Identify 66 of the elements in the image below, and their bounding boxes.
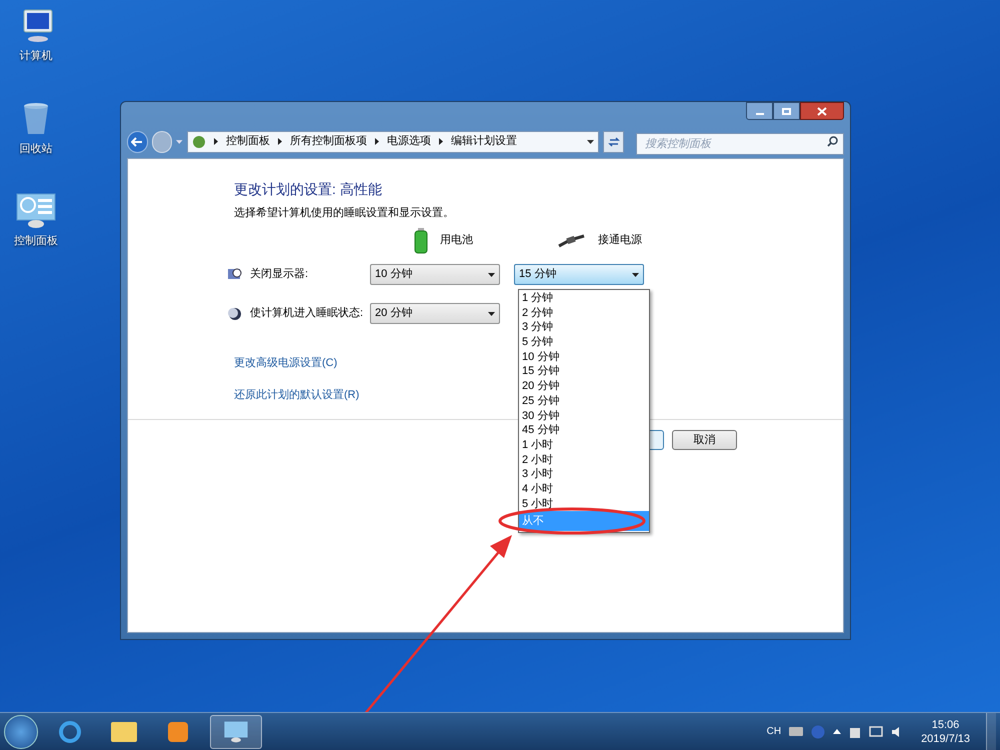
dropdown-option[interactable]: 20 分钟 <box>519 379 649 394</box>
refresh-button[interactable] <box>603 130 624 152</box>
desktop-icon-label[interactable]: 回收站 <box>20 140 52 157</box>
page-title: 更改计划的设置: 高性能 <box>234 180 383 199</box>
close-icon <box>817 106 827 116</box>
dropdown-select[interactable]: 15 分钟 <box>514 264 644 285</box>
breadcrumb-item[interactable]: 电源选项 <box>386 133 431 150</box>
dropdown-caret-icon <box>488 312 495 316</box>
chevron-right-icon <box>214 138 218 145</box>
chevron-right-icon <box>278 138 282 145</box>
clock-date[interactable]: 2019/7/13 <box>921 732 970 746</box>
dropdown-option[interactable]: 25 分钟 <box>519 394 649 408</box>
address-bar[interactable]: 控制面板 所有控制面板项 电源选项 编辑计划设置 <box>186 130 600 152</box>
show-desktop-button[interactable] <box>986 712 996 750</box>
chevron-right-icon <box>374 138 379 145</box>
dropdown-option[interactable]: 5 分钟 <box>519 335 649 350</box>
dropdown-select[interactable]: 10 分钟 <box>370 264 500 285</box>
dropdown-option[interactable]: 5 小时 <box>519 496 649 512</box>
caret-icon <box>176 140 183 144</box>
dropdown-caret-icon <box>488 272 495 276</box>
plug-icon <box>558 234 586 248</box>
close-button[interactable] <box>800 102 844 120</box>
dropdown-caret-icon <box>632 272 639 276</box>
search-field[interactable]: 搜索控制面板 <box>636 132 844 154</box>
dropdown-option[interactable]: 1 分钟 <box>519 291 649 306</box>
setting-label: 使计算机进入睡眠状态: <box>250 306 364 322</box>
maximize-button[interactable] <box>773 102 800 120</box>
dropdown-option[interactable]: 45 分钟 <box>519 423 649 438</box>
dropdown-option[interactable]: 4 小时 <box>519 482 649 497</box>
back-button[interactable] <box>127 130 148 152</box>
settings-link[interactable]: 更改高级电源设置(C) <box>234 354 338 371</box>
moon-icon <box>228 306 242 320</box>
breadcrumb-item[interactable]: 所有控制面板项 <box>290 133 367 150</box>
cancel-button[interactable]: 取消 <box>672 430 737 450</box>
monitor-clock-icon <box>228 268 242 281</box>
column-header: 接通电源 <box>598 232 642 248</box>
dropdown-option[interactable]: 3 小时 <box>519 467 649 482</box>
page-subtitle: 选择希望计算机使用的睡眠设置和显示设置。 <box>234 206 455 221</box>
breadcrumb-item[interactable]: 编辑计划设置 <box>450 133 517 150</box>
dropdown-option[interactable]: 1 小时 <box>519 438 649 453</box>
desktop-icon-label[interactable]: 计算机 <box>20 48 52 64</box>
setting-label: 关闭显示器: <box>250 266 310 282</box>
settings-link[interactable]: 还原此计划的默认设置(R) <box>234 387 360 404</box>
desktop-icon-label[interactable]: 控制面板 <box>14 233 58 250</box>
up-arrow-icon[interactable] <box>833 729 842 734</box>
start-button[interactable] <box>4 714 38 748</box>
chevron-right-icon <box>438 138 443 145</box>
dropdown-select[interactable]: 20 分钟 <box>370 303 500 324</box>
dropdown-caret-icon <box>587 140 594 144</box>
minimize-button[interactable] <box>746 102 773 120</box>
left-arrow-icon <box>131 136 144 146</box>
breadcrumb-item[interactable]: 控制面板 <box>226 133 270 150</box>
dropdown-option[interactable]: 15 分钟 <box>519 364 649 380</box>
language-indicator[interactable]: CH <box>766 724 782 739</box>
column-header: 用电池 <box>440 233 473 248</box>
clock-time[interactable]: 15:06 <box>932 718 960 732</box>
dropdown-option[interactable]: 30 分钟 <box>519 408 649 424</box>
dropdown-option[interactable]: 2 小时 <box>519 452 649 468</box>
refresh-icon <box>608 136 620 148</box>
forward-button[interactable] <box>152 130 172 152</box>
search-icon <box>827 136 838 146</box>
battery-icon <box>414 228 428 254</box>
dropdown-option[interactable]: 2 分钟 <box>519 306 649 320</box>
dropdown-option[interactable]: 3 分钟 <box>519 320 649 336</box>
dropdown-option[interactable]: 10 分钟 <box>519 350 649 364</box>
control-panel-taskbar-button[interactable] <box>210 714 262 748</box>
